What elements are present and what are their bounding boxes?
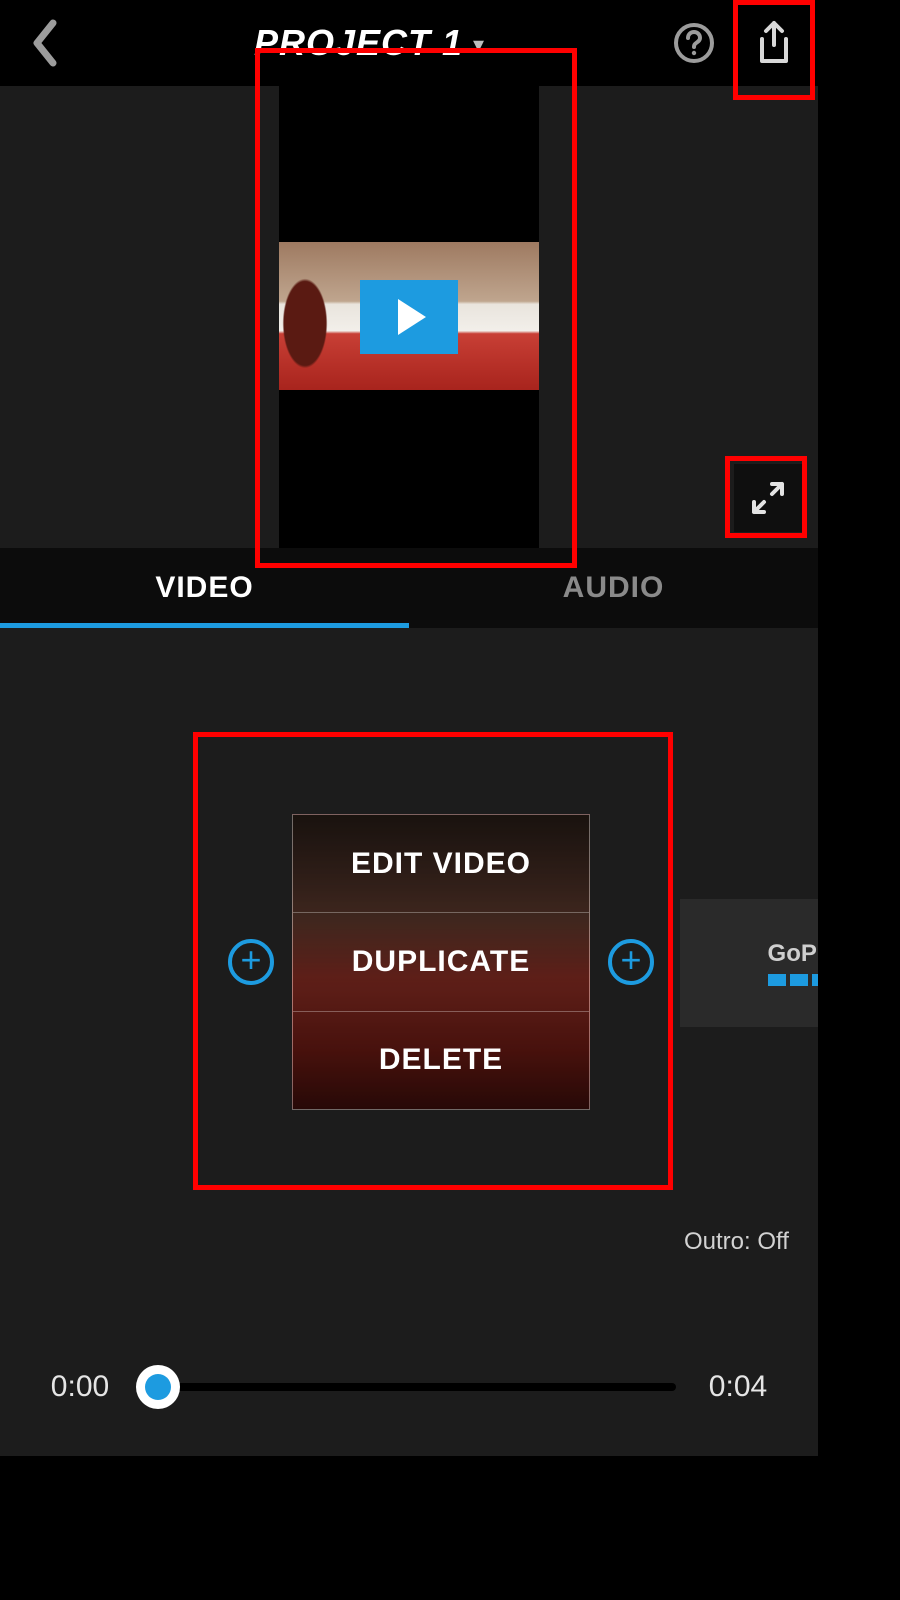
project-title-button[interactable]: PROJECT 1 ▾	[254, 22, 484, 64]
tab-audio[interactable]: AUDIO	[409, 548, 818, 628]
clip-selected[interactable]: EDIT VIDEO DUPLICATE DELETE	[292, 814, 590, 1110]
header-left	[18, 17, 70, 69]
tab-video-label: VIDEO	[155, 571, 253, 605]
gopro-icon	[768, 974, 818, 986]
project-title: PROJECT 1	[254, 22, 463, 64]
expand-icon	[750, 480, 786, 516]
tabs: VIDEO AUDIO	[0, 548, 818, 628]
clip-row: + EDIT VIDEO DUPLICATE DELETE + GoPro S	[0, 814, 818, 1110]
scrubber-thumb[interactable]	[136, 1365, 180, 1409]
tab-audio-label: AUDIO	[563, 571, 665, 605]
scrubber-track[interactable]	[142, 1383, 676, 1391]
chevron-down-icon: ▾	[473, 32, 484, 58]
outro-clip[interactable]: GoPro S	[680, 899, 818, 1027]
time-current: 0:00	[40, 1370, 120, 1404]
outro-logo: GoPro S	[768, 940, 818, 986]
share-icon	[754, 19, 794, 67]
preview-video[interactable]	[279, 86, 539, 548]
fullscreen-button[interactable]	[734, 464, 802, 532]
share-button[interactable]	[748, 17, 800, 69]
chevron-left-icon	[29, 19, 59, 67]
play-button[interactable]	[360, 280, 458, 354]
tab-video[interactable]: VIDEO	[0, 548, 409, 628]
clip-menu-delete[interactable]: DELETE	[293, 1012, 589, 1109]
back-button[interactable]	[18, 17, 70, 69]
clip-menu-edit-label: EDIT VIDEO	[351, 847, 531, 881]
scrubber: 0:00 0:04	[0, 1318, 818, 1456]
preview-area	[0, 86, 818, 548]
time-total: 0:04	[698, 1370, 778, 1404]
clip-menu-duplicate[interactable]: DUPLICATE	[293, 913, 589, 1011]
thumb-dot-icon	[145, 1374, 171, 1400]
clip-menu-edit[interactable]: EDIT VIDEO	[293, 815, 589, 913]
header: PROJECT 1 ▾	[0, 0, 818, 86]
clip-context-menu: EDIT VIDEO DUPLICATE DELETE	[293, 815, 589, 1109]
app-root: PROJECT 1 ▾ VIDEO AUDIO +	[0, 0, 818, 1456]
clip-menu-delete-label: DELETE	[379, 1043, 503, 1077]
help-button[interactable]	[668, 17, 720, 69]
add-clip-after-button[interactable]: +	[608, 939, 654, 985]
help-icon	[673, 22, 715, 64]
play-icon	[398, 299, 426, 335]
outro-brand: GoPro	[768, 940, 818, 968]
timeline-area: + EDIT VIDEO DUPLICATE DELETE + GoPro S	[0, 628, 818, 1318]
add-clip-before-button[interactable]: +	[228, 939, 274, 985]
clip-menu-duplicate-label: DUPLICATE	[352, 945, 530, 979]
header-right	[668, 17, 800, 69]
outro-status: Outro: Off	[684, 1228, 789, 1256]
